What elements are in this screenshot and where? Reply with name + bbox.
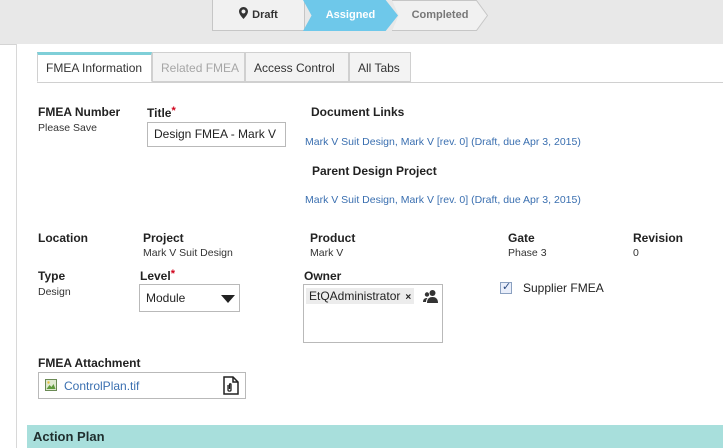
type-value: Design xyxy=(38,286,71,298)
level-selected-value: Module xyxy=(146,291,186,305)
document-link[interactable]: Mark V Suit Design, Mark V [rev. 0] (Dra… xyxy=(305,136,581,148)
project-label: Project xyxy=(143,231,184,245)
product-value: Mark V xyxy=(310,247,344,259)
workflow-step-label: Draft xyxy=(252,9,278,21)
document-attach-icon[interactable] xyxy=(223,376,239,395)
fmea-attachment-field: ControlPlan.tif xyxy=(38,372,246,399)
title-label: Title* xyxy=(147,105,176,120)
title-input[interactable]: Design FMEA - Mark V xyxy=(147,122,286,147)
gate-label: Gate xyxy=(508,231,535,245)
level-label: Level* xyxy=(140,268,175,283)
required-marker: * xyxy=(170,268,175,280)
workflow-step-assigned[interactable]: Assigned xyxy=(303,0,398,31)
workflow-step-label: Assigned xyxy=(325,9,376,21)
supplier-fmea-label: Supplier FMEA xyxy=(523,281,604,295)
revision-label: Revision xyxy=(633,231,684,245)
owner-label: Owner xyxy=(304,269,342,283)
tab-access-control[interactable]: Access Control xyxy=(245,52,349,82)
action-plan-section-header[interactable]: Action Plan xyxy=(27,425,723,448)
workflow-step-outline xyxy=(392,0,488,31)
required-marker: * xyxy=(171,105,176,117)
tab-divider xyxy=(37,82,723,83)
tab-all-tabs[interactable]: All Tabs xyxy=(349,52,411,82)
fmea-number-value: Please Save xyxy=(38,122,97,134)
user-picker-icon[interactable] xyxy=(423,289,439,303)
document-links-label: Document Links xyxy=(311,105,405,119)
parent-design-project-label: Parent Design Project xyxy=(312,164,437,178)
fmea-form-panel: FMEA Information Related FMEA Access Con… xyxy=(16,44,723,448)
workflow-step-draft[interactable]: Draft xyxy=(212,0,305,31)
fmea-number-label: FMEA Number xyxy=(38,105,121,119)
title-label-text: Title xyxy=(147,106,172,120)
location-label: Location xyxy=(38,231,88,245)
workflow-bar: Draft Assigned Completed xyxy=(0,0,723,45)
checkmark: ✓ xyxy=(502,281,512,293)
level-select[interactable]: Module xyxy=(139,284,240,312)
project-value: Mark V Suit Design xyxy=(143,247,233,259)
level-label-text: Level xyxy=(140,269,171,283)
owner-chip-name: EtQAdministrator xyxy=(309,289,401,303)
image-file-icon xyxy=(45,379,57,391)
action-plan-title: Action Plan xyxy=(33,429,105,444)
tab-related-fmea[interactable]: Related FMEA xyxy=(152,52,245,82)
type-label: Type xyxy=(38,269,66,283)
fmea-attachment-label: FMEA Attachment xyxy=(38,356,141,370)
remove-owner-button[interactable]: × xyxy=(405,292,411,303)
supplier-fmea-checkbox[interactable]: ✓ xyxy=(500,281,512,294)
chevron-down-icon xyxy=(221,295,235,303)
owner-chip: EtQAdministrator × xyxy=(306,288,415,304)
owner-field[interactable]: EtQAdministrator × xyxy=(303,284,443,343)
attachment-file-link[interactable]: ControlPlan.tif xyxy=(64,379,139,393)
parent-design-project-link[interactable]: Mark V Suit Design, Mark V [rev. 0] (Dra… xyxy=(305,194,581,206)
map-pin-icon xyxy=(239,7,249,19)
product-label: Product xyxy=(310,231,356,245)
gate-value: Phase 3 xyxy=(508,247,547,259)
revision-value: 0 xyxy=(633,247,639,259)
tab-fmea-information[interactable]: FMEA Information xyxy=(37,52,152,82)
